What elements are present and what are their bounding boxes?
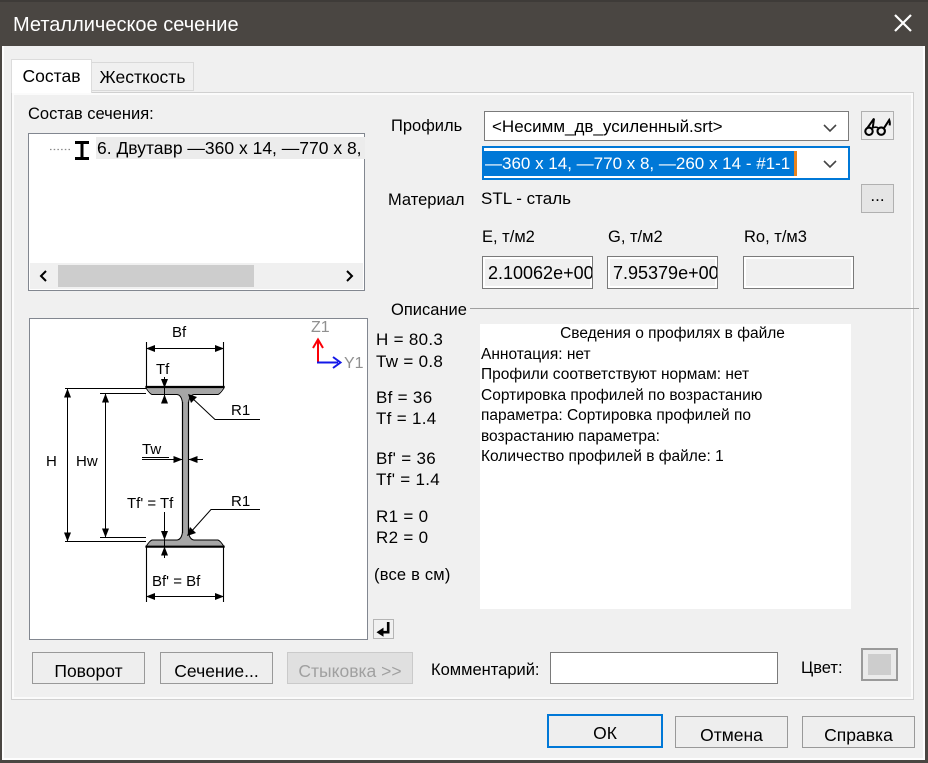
svg-text:H: H <box>46 453 57 470</box>
svg-text:Bf: Bf <box>172 324 187 341</box>
svg-text:Z1: Z1 <box>311 319 330 336</box>
svg-text:Tf: Tf <box>156 361 170 378</box>
svg-text:Tw: Tw <box>142 441 161 458</box>
svg-text:Bf' = Bf: Bf' = Bf <box>152 573 201 590</box>
svg-text:Hw: Hw <box>76 453 98 470</box>
svg-text:Tf' = Tf: Tf' = Tf <box>127 495 174 512</box>
svg-text:R1: R1 <box>231 402 250 419</box>
svg-text:Y1: Y1 <box>344 355 364 372</box>
svg-text:R1: R1 <box>231 493 250 510</box>
